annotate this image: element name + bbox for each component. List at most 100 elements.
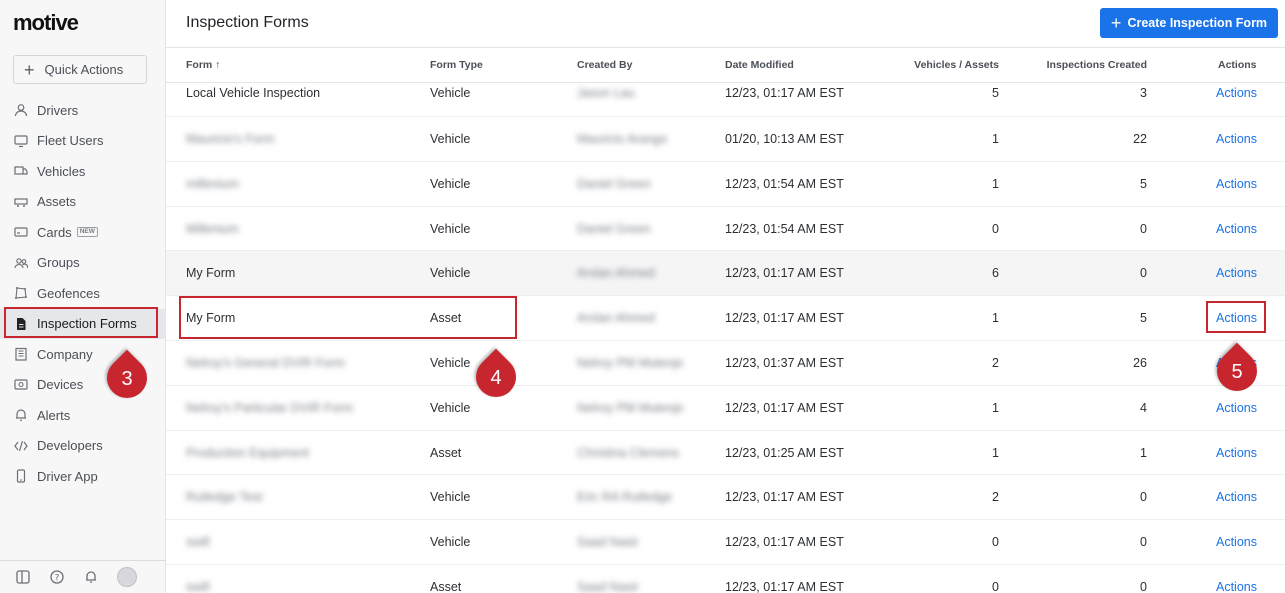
created-by-cell: Arslan Ahmed	[577, 311, 655, 326]
vehicles-count-cell: 1	[992, 176, 999, 191]
sidebar-item-vehicles[interactable]: Vehicles	[0, 156, 166, 187]
actions-link[interactable]: Actions	[1216, 490, 1257, 504]
truck-icon	[13, 164, 28, 179]
quick-actions-button[interactable]: + Quick Actions	[13, 55, 147, 84]
form-name-cell: Mauricio's Form	[186, 132, 275, 146]
sidebar-item-geofences[interactable]: Geofences	[0, 278, 166, 309]
motive-logo[interactable]: motive	[13, 10, 79, 36]
dashboard-icon[interactable]	[15, 569, 31, 585]
avatar[interactable]	[117, 567, 137, 587]
sidebar-item-label: Devices	[37, 377, 84, 393]
column-form-type[interactable]: Form Type	[430, 59, 483, 71]
created-by-cell: Daniel Green	[577, 221, 651, 236]
actions-link[interactable]: Actions	[1216, 535, 1257, 549]
create-button-label: Create Inspection Form	[1127, 16, 1268, 30]
inspections-count-cell: 22	[1133, 132, 1147, 146]
form-name-cell: Production Equipment	[186, 445, 309, 460]
sidebar-item-fleet-users[interactable]: Fleet Users	[0, 126, 166, 157]
date-modified-cell: 01/20, 10:13 AM EST	[725, 132, 844, 146]
table-row[interactable]: Production Equipment Asset Christina Cleme…	[166, 431, 1285, 476]
sidebar: motive + Quick Actions Drivers Fleet User…	[0, 0, 166, 593]
form-type-cell: Vehicle	[430, 266, 471, 281]
plus-icon: +	[1110, 13, 1122, 33]
sidebar-item-label: Drivers	[37, 102, 79, 118]
sidebar-item-cards[interactable]: Cards NEW	[0, 217, 166, 248]
created-by-cell: Nelroy PM Mutenje	[577, 355, 684, 370]
table-row[interactable]: My Form Vehicle Arslan Ahmed 12/23, 01:17 A…	[166, 251, 1285, 297]
form-name-cell: Millenium	[186, 221, 239, 236]
notifications-icon[interactable]	[83, 569, 99, 585]
column-form[interactable]: Form ↑	[186, 59, 220, 71]
form-name-cell: Rutledge Test	[186, 490, 263, 505]
form-name-cell: swill	[186, 579, 210, 593]
help-icon[interactable]: ?	[49, 569, 65, 585]
form-type-cell: Vehicle	[430, 355, 471, 370]
vehicles-count-cell: 0	[992, 535, 999, 550]
sidebar-item-drivers[interactable]: Drivers	[0, 95, 166, 126]
inspections-count-cell: 0	[1140, 579, 1147, 593]
actions-link[interactable]: Actions	[1216, 177, 1257, 191]
sidebar-item-label: Alerts	[37, 407, 71, 423]
table-row[interactable]: Millenium Vehicle Daniel Green 12/23, 01:54…	[166, 207, 1285, 252]
sidebar-item-label: Geofences	[37, 285, 100, 301]
sidebar-item-groups[interactable]: Groups	[0, 248, 166, 279]
callout-box-row	[179, 296, 517, 339]
actions-link[interactable]: Actions	[1216, 401, 1257, 415]
sidebar-item-label: Vehicles	[37, 163, 86, 179]
vehicles-count-cell: 2	[992, 490, 999, 505]
vehicles-count-cell: 5	[992, 86, 999, 100]
form-type-cell: Vehicle	[430, 132, 471, 146]
table-row[interactable]: Nelroy's General DVIR Form Vehicle Nelroy …	[166, 341, 1285, 386]
form-name-cell: Nelroy's General DVIR Form	[186, 355, 345, 370]
page-title: Inspection Forms	[186, 14, 309, 31]
table-row[interactable]: Local Vehicle Inspection Vehicle Jason Lau…	[166, 83, 1285, 117]
column-date-modified[interactable]: Date Modified	[725, 59, 794, 71]
sidebar-item-label: Fleet Users	[37, 133, 104, 149]
callout-box-sidebar	[4, 307, 158, 338]
date-modified-cell: 12/23, 01:54 AM EST	[725, 176, 844, 191]
sidebar-item-label: Groups	[37, 255, 80, 271]
column-vehicles-assets[interactable]: Vehicles / Assets	[914, 59, 999, 71]
devices-icon	[13, 377, 28, 392]
plus-icon: +	[24, 59, 35, 80]
code-icon	[13, 438, 28, 453]
table-row[interactable]: millenium Vehicle Daniel Green 12/23, 01:54…	[166, 162, 1285, 207]
created-by-cell: Jason Lau	[577, 86, 635, 100]
vehicles-count-cell: 1	[992, 445, 999, 460]
vehicles-count-cell: 2	[992, 355, 999, 370]
table-row[interactable]: swill Asset Saad Nasir 12/23, 01:17 AM EST 0…	[166, 565, 1285, 593]
table-row[interactable]: Mauricio's Form Vehicle Mauricio Arango 01/…	[166, 117, 1285, 162]
sidebar-item-label: Driver App	[37, 468, 98, 484]
page-header: Inspection Forms + Create Inspection For…	[166, 0, 1285, 48]
inspections-count-cell: 5	[1140, 176, 1147, 191]
sidebar-item-assets[interactable]: Assets	[0, 187, 166, 218]
callout-label-5: 5	[1231, 360, 1243, 383]
created-by-cell: Nelroy PM Mutenje	[577, 400, 684, 415]
column-created-by[interactable]: Created By	[577, 59, 632, 71]
vehicles-count-cell: 1	[992, 400, 999, 415]
vehicles-count-cell: 6	[992, 266, 999, 281]
sidebar-item-driver-app[interactable]: Driver App	[0, 461, 166, 492]
sidebar-item-developers[interactable]: Developers	[0, 431, 166, 462]
table-row[interactable]: swill Vehicle Saad Nasir 12/23, 01:17 AM ES…	[166, 520, 1285, 565]
table-row[interactable]: Rutledge Test Vehicle Eric RA Rutledge 12/2…	[166, 475, 1285, 521]
table-row[interactable]: Nelroy's Particular DVIR Form Vehicle Nelr…	[166, 386, 1285, 431]
inspections-count-cell: 0	[1140, 266, 1147, 281]
actions-link[interactable]: Actions	[1216, 86, 1257, 100]
create-inspection-form-button[interactable]: + Create Inspection Form	[1100, 8, 1278, 38]
actions-link[interactable]: Actions	[1216, 446, 1257, 460]
person-icon	[13, 103, 28, 118]
form-name-cell: Nelroy's Particular DVIR Form	[186, 400, 353, 415]
form-type-cell: Vehicle	[430, 535, 471, 550]
actions-link[interactable]: Actions	[1216, 222, 1257, 236]
form-name-cell: My Form	[186, 266, 236, 281]
form-type-cell: Asset	[430, 579, 462, 593]
actions-link[interactable]: Actions	[1216, 580, 1257, 593]
sidebar-item-alerts[interactable]: Alerts	[0, 400, 166, 431]
form-type-cell: Vehicle	[430, 176, 471, 191]
form-type-cell: Vehicle	[430, 490, 471, 505]
form-name-cell: swill	[186, 535, 210, 550]
actions-link[interactable]: Actions	[1216, 266, 1257, 280]
actions-link[interactable]: Actions	[1216, 132, 1257, 146]
column-inspections-created[interactable]: Inspections Created	[1047, 59, 1147, 71]
